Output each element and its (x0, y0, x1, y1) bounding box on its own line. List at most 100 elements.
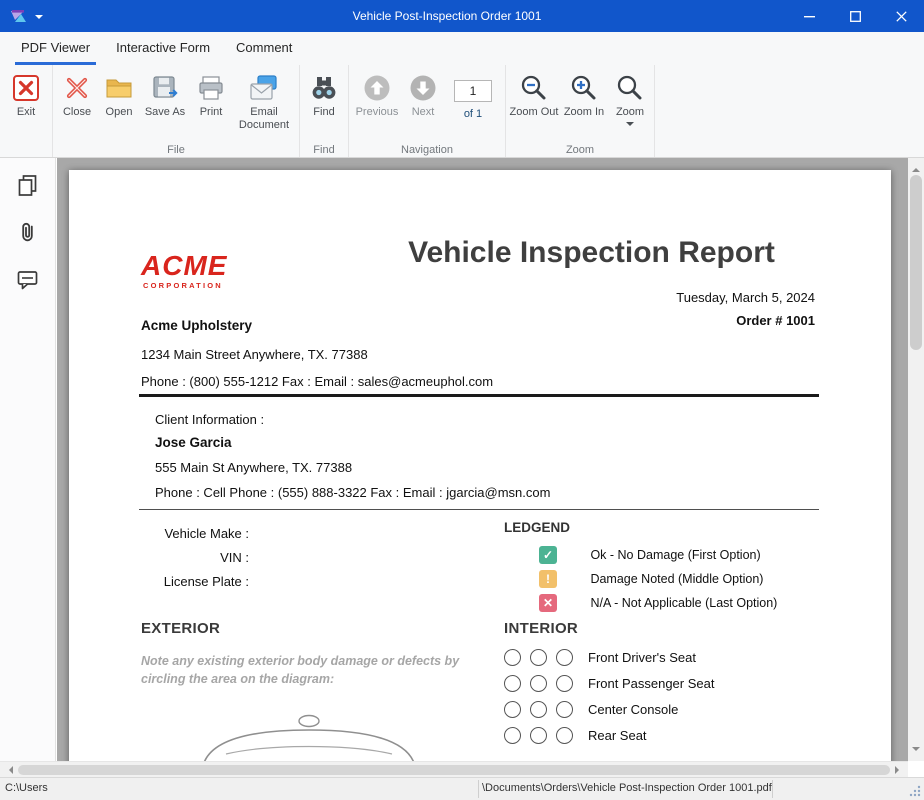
zoom-out-button[interactable]: Zoom Out (509, 68, 559, 119)
paperclip-icon (15, 220, 40, 245)
legend-item-ok: ✓ Ok - No Damage (First Option) (539, 546, 761, 564)
zoom-label: Zoom (616, 106, 644, 119)
client-address: 555 Main St Anywhere, TX. 77388 (155, 460, 352, 475)
status-document-path: \Documents\Orders\Vehicle Post-Inspectio… (482, 782, 770, 794)
company-address: 1234 Main Street Anywhere, TX. 77388 (141, 347, 368, 362)
interior-row-front-passenger: Front Passenger Seat (504, 674, 714, 692)
zoom-dropdown-button[interactable]: Zoom (609, 68, 651, 130)
radio-damage[interactable] (530, 701, 547, 718)
ribbon-toolbar: Exit Close Open (0, 65, 924, 158)
maximize-button[interactable] (832, 0, 878, 32)
divider-thin (139, 509, 819, 510)
interior-item-label: Front Passenger Seat (588, 676, 714, 691)
radio-damage[interactable] (530, 727, 547, 744)
client-name: Jose Garcia (155, 435, 232, 450)
app-menu-caret-icon[interactable] (35, 15, 43, 23)
next-icon (408, 73, 438, 103)
ribbon-group-file: Close Open Save As (53, 65, 300, 157)
report-title: Vehicle Inspection Report (364, 236, 819, 270)
radio-na[interactable] (556, 701, 573, 718)
save-as-button[interactable]: Save As (140, 68, 190, 119)
legend-item-na: ✕ N/A - Not Applicable (Last Option) (539, 594, 777, 612)
legend-item-damage: ! Damage Noted (Middle Option) (539, 570, 763, 588)
radio-ok[interactable] (504, 701, 521, 718)
client-contact: Phone : Cell Phone : (555) 888-3322 Fax … (155, 485, 550, 500)
vertical-scrollbar[interactable] (908, 158, 924, 761)
document-viewport[interactable]: ACME CORPORATION Vehicle Inspection Repo… (57, 158, 908, 761)
email-document-button[interactable]: Email Document (232, 68, 296, 132)
minimize-button[interactable] (786, 0, 832, 32)
find-button[interactable]: Find (303, 68, 345, 119)
comments-button[interactable] (14, 265, 42, 293)
page-thumbnails-button[interactable] (14, 171, 42, 199)
legend-na-label: N/A - Not Applicable (Last Option) (590, 596, 777, 610)
page-number-input[interactable] (454, 80, 492, 102)
page-count-label: of 1 (464, 108, 482, 120)
minimize-icon (804, 11, 815, 22)
legend-ok-label: Ok - No Damage (First Option) (590, 548, 760, 562)
resize-grip[interactable] (908, 784, 922, 798)
print-icon (196, 73, 226, 103)
group-label-zoom: Zoom (506, 144, 654, 156)
radio-ok[interactable] (504, 649, 521, 666)
zoom-out-label: Zoom Out (510, 106, 559, 119)
radio-ok[interactable] (504, 675, 521, 692)
close-icon (896, 11, 907, 22)
company-contact: Phone : (800) 555-1212 Fax : Email : sal… (141, 374, 493, 389)
exit-label: Exit (17, 106, 35, 119)
zoom-in-label: Zoom In (564, 106, 604, 119)
radio-damage[interactable] (530, 675, 547, 692)
status-bar: C:\Users \Documents\Orders\Vehicle Post-… (0, 777, 924, 800)
legend-heading: LEDGEND (504, 520, 570, 535)
open-button[interactable]: Open (98, 68, 140, 119)
zoom-in-icon (569, 73, 599, 103)
interior-row-center-console: Center Console (504, 700, 678, 718)
tab-interactive-form[interactable]: Interactive Form (103, 32, 223, 65)
vertical-scroll-thumb[interactable] (910, 175, 922, 350)
close-document-button[interactable]: Close (56, 68, 98, 119)
exterior-note: Note any existing exterior body damage o… (141, 652, 473, 688)
radio-na[interactable] (556, 675, 573, 692)
attachments-button[interactable] (14, 218, 42, 246)
radio-damage[interactable] (530, 649, 547, 666)
scroll-right-arrow-icon[interactable] (895, 766, 903, 774)
ribbon-group-zoom: Zoom Out Zoom In Zoom Zoom (506, 65, 655, 157)
interior-row-rear-seat: Rear Seat (504, 726, 647, 744)
page-number-box: of 1 (444, 68, 502, 120)
save-as-icon (150, 73, 180, 103)
scroll-up-arrow-icon[interactable] (912, 164, 920, 172)
zoom-dropdown-caret-icon (626, 122, 634, 130)
ribbon-group-find: Find Find (300, 65, 349, 157)
scroll-left-arrow-icon[interactable] (5, 766, 13, 774)
interior-item-label: Rear Seat (588, 728, 647, 743)
exit-button[interactable]: Exit (3, 68, 49, 119)
horizontal-scroll-thumb[interactable] (18, 765, 890, 775)
radio-na[interactable] (556, 649, 573, 666)
radio-na[interactable] (556, 727, 573, 744)
tab-pdf-viewer[interactable]: PDF Viewer (8, 32, 103, 65)
acme-logo-subtitle: CORPORATION (143, 281, 223, 290)
client-info-heading: Client Information : (155, 412, 264, 427)
previous-icon (362, 73, 392, 103)
previous-page-button[interactable]: Previous (352, 68, 402, 119)
tab-comment[interactable]: Comment (223, 32, 305, 65)
interior-row-front-driver: Front Driver's Seat (504, 648, 696, 666)
report-date: Tuesday, March 5, 2024 (676, 290, 815, 305)
status-separator (478, 780, 479, 798)
close-window-button[interactable] (878, 0, 924, 32)
print-button[interactable]: Print (190, 68, 232, 119)
scroll-down-arrow-icon[interactable] (912, 747, 920, 755)
zoom-in-button[interactable]: Zoom In (559, 68, 609, 119)
window-controls (786, 0, 924, 32)
radio-ok[interactable] (504, 727, 521, 744)
order-number: Order # 1001 (736, 313, 815, 328)
app-logo-icon[interactable] (9, 7, 28, 26)
pdf-page: ACME CORPORATION Vehicle Inspection Repo… (69, 170, 891, 761)
next-page-button[interactable]: Next (402, 68, 444, 119)
navigation-pane (0, 158, 56, 761)
horizontal-scrollbar[interactable] (0, 761, 908, 777)
find-label: Find (313, 106, 334, 119)
ribbon-group-navigation: Previous Next of 1 Navigation (349, 65, 506, 157)
vehicle-make-label: Vehicle Make : (149, 526, 249, 541)
pages-icon (15, 173, 40, 198)
